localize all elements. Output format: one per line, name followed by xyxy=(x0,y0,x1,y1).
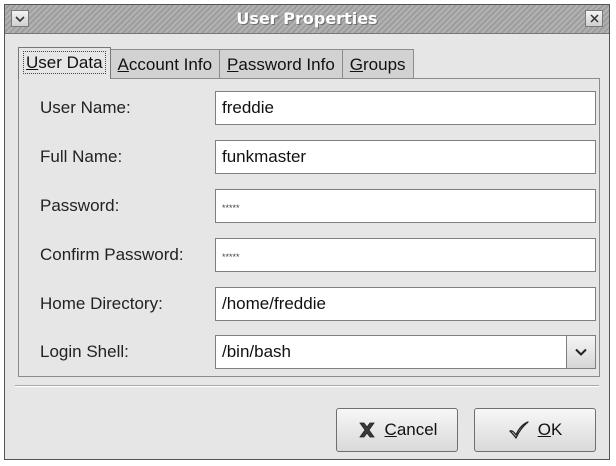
tab-user-data-label: User Data xyxy=(23,51,106,74)
tab-account-info[interactable]: Account Info xyxy=(109,49,221,79)
ok-button-label: OK xyxy=(537,420,563,439)
chevron-down-icon xyxy=(575,348,587,356)
user-name-input[interactable]: freddie xyxy=(215,91,596,125)
login-shell-combo-input[interactable]: /bin/bash xyxy=(215,335,567,369)
home-directory-label: Home Directory: xyxy=(40,294,163,313)
window-title: User Properties xyxy=(236,9,378,28)
button-separator xyxy=(15,385,599,387)
cancel-button[interactable]: Cancel xyxy=(336,408,458,452)
checkmark-icon xyxy=(508,420,530,440)
password-label: Password: xyxy=(40,196,120,215)
user-data-panel: User Name: freddie Full Name: funkmaster… xyxy=(18,78,600,377)
confirm-password-input[interactable]: ***** xyxy=(215,238,596,272)
tab-user-data[interactable]: User Data xyxy=(18,47,111,79)
confirm-password-masked-value: ***** xyxy=(222,252,240,262)
password-input[interactable]: ***** xyxy=(215,189,596,223)
tab-password-info[interactable]: Password Info xyxy=(219,49,343,79)
login-shell-dropdown-button[interactable] xyxy=(566,335,596,369)
cancel-x-icon xyxy=(357,421,377,439)
tab-groups-label: Groups xyxy=(349,55,406,74)
password-masked-value: ***** xyxy=(222,203,240,213)
close-icon xyxy=(589,14,599,23)
tab-groups[interactable]: Groups xyxy=(341,49,414,79)
tab-password-info-label: Password Info xyxy=(227,55,335,74)
home-directory-input[interactable]: /home/freddie xyxy=(215,287,596,321)
login-shell-label: Login Shell: xyxy=(40,342,129,361)
window-close-button[interactable] xyxy=(585,10,603,27)
title-bar[interactable]: User Properties xyxy=(5,5,609,34)
ok-button[interactable]: OK xyxy=(474,408,596,452)
full-name-input[interactable]: funkmaster xyxy=(215,140,596,174)
tab-bar: User Data Account Info Password Info Gro… xyxy=(18,47,414,79)
full-name-label: Full Name: xyxy=(40,147,123,166)
confirm-password-label: Confirm Password: xyxy=(40,245,184,264)
user-name-label: User Name: xyxy=(40,98,131,117)
cancel-button-label: Cancel xyxy=(384,420,438,439)
tab-account-info-label: Account Info xyxy=(117,55,213,74)
user-properties-window: User Properties User Data Account Info P… xyxy=(4,4,610,460)
